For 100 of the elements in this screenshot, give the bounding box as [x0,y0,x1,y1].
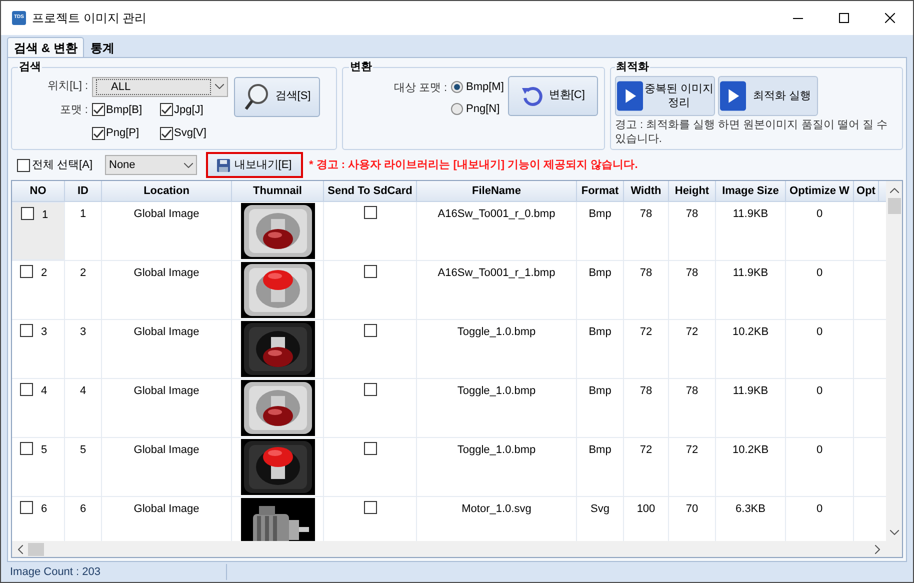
row-checkbox[interactable] [20,383,33,396]
table-cell-text: 78 [686,207,698,222]
table-cell-text: 0 [816,384,823,399]
sdcard-checkbox[interactable] [364,501,376,514]
column-header[interactable]: Image Size [716,181,786,201]
row-checkbox[interactable] [20,265,33,278]
table-cell-text: Bmp [588,443,612,458]
sdcard-checkbox[interactable] [364,383,376,396]
table-cell-text: 0 [816,325,823,340]
table-cell-text: Global Image [134,443,200,458]
optimize-button[interactable]: 중복된 이미지 정리 [614,76,715,116]
checkbox-label: Jpg[J] [174,102,204,118]
table-cell-text: 10.2KB [732,325,769,340]
row-header[interactable]: 2 [12,261,65,319]
select-all-checkbox[interactable] [17,158,30,172]
scrollbar-thumb[interactable] [888,198,900,214]
table-cell-text: Global Image [134,207,200,222]
table-cell-text: 11.9KB [732,266,768,281]
tab[interactable]: 검색 & 변환 [7,37,84,57]
radio-label: Png[N] [466,102,500,117]
select-all-label: 전체 선택[A] [32,158,93,173]
sdcard-checkbox[interactable] [364,206,376,219]
table-cell-text: Global Image [134,325,200,340]
table-cell-text: 6.3KB [736,502,766,517]
tab[interactable]: 통계 [84,39,120,57]
table-cell-text: 11.9KB [732,384,768,399]
table-cell-text: Bmp [588,384,612,399]
table-cell-text: 78 [640,384,652,399]
export-button[interactable]: 내보내기[E] [206,152,303,178]
table-cell-text: 72 [640,325,652,340]
radio-label: Bmp[M] [466,80,504,94]
format-checkbox[interactable] [92,126,105,140]
play-icon [616,78,643,112]
row-number: 5 [41,443,48,458]
column-header[interactable]: Location [102,181,232,201]
format-checkbox[interactable] [92,103,105,116]
table-cell-text: 72 [686,443,698,458]
table-cell-text: 0 [816,207,823,222]
row-checkbox[interactable] [21,207,34,220]
radio-button[interactable] [451,80,463,93]
sdcard-checkbox[interactable] [364,324,376,337]
table-cell-text: 4 [80,384,86,399]
table-cell-text: Bmp [588,207,612,222]
column-header[interactable]: Opt [854,181,879,201]
row-header[interactable]: 4 [12,379,65,437]
table-cell-text: Global Image [134,384,200,399]
optimize-warning: 경고 : 최적화를 실행 하면 원본이미지 품질이 떨어 질 수 있습니다. [614,118,888,146]
table-cell-text: Global Image [134,266,200,281]
group-title: 변환 [349,60,373,75]
sdcard-checkbox[interactable] [364,265,376,278]
table-cell-text: A16Sw_To001_r_0.bmp [438,207,556,222]
format-checkbox[interactable] [160,103,173,116]
table-cell-text: A16Sw_To001_r_1.bmp [438,266,556,281]
convert-button[interactable]: 변환[C] [508,76,598,116]
row-number: 3 [41,325,48,340]
column-header[interactable]: Width [624,181,669,201]
status-text: Image Count : 203 [7,564,227,580]
column-header[interactable]: ID [65,181,102,201]
table-cell-text: 78 [686,384,698,399]
column-header[interactable]: Optimize W [786,181,854,201]
row-number: 1 [42,208,48,223]
rotate-icon [520,84,543,106]
table-cell-text: 72 [686,325,698,340]
table-cell-text: Motor_1.0.svg [462,502,532,517]
radio-button[interactable] [451,103,463,116]
table-cell-text: 1 [80,207,86,222]
scrollbar-thumb[interactable] [28,542,44,556]
format-checkbox[interactable] [160,126,173,140]
column-header[interactable]: Thumnail [232,181,324,201]
table-cell-text: 3 [80,325,86,340]
table-cell-text: 11.9KB [732,207,768,222]
row-number: 6 [41,502,48,517]
horizontal-scrollbar[interactable] [12,541,902,557]
column-header[interactable]: Format [577,181,624,201]
column-header[interactable]: Height [669,181,716,201]
table-cell-text: 70 [686,502,698,517]
column-header[interactable]: FileName [417,181,577,201]
checkbox-label: Png[P] [106,126,140,141]
table-cell-text: Toggle_1.0.bmp [457,325,536,340]
search-button[interactable]: 검색[S] [234,76,320,116]
row-header[interactable]: 3 [12,320,65,378]
maximize-icon [839,13,849,23]
row-header[interactable]: 1 [12,202,65,260]
row-header[interactable]: 5 [12,438,65,496]
format-label: 포맷 : [58,102,89,118]
vertical-scrollbar[interactable] [886,181,902,541]
row-checkbox[interactable] [20,442,33,455]
column-header[interactable]: Send To SdCard [324,181,417,201]
column-header[interactable]: NO [12,181,65,201]
row-checkbox[interactable] [20,501,33,514]
sdcard-checkbox[interactable] [364,442,376,455]
location-dropdown[interactable]: ALL [92,76,228,96]
row-checkbox[interactable] [20,324,33,337]
table-cell-text: Svg [590,502,610,517]
table-cell-text: 0 [816,502,823,517]
filter-dropdown[interactable]: None [105,155,197,175]
chevron-left-icon [18,544,23,554]
location-label: 위치[L] : [46,79,89,94]
optimize-button[interactable]: 최적화 실행 [718,76,818,116]
play-icon [720,78,746,112]
